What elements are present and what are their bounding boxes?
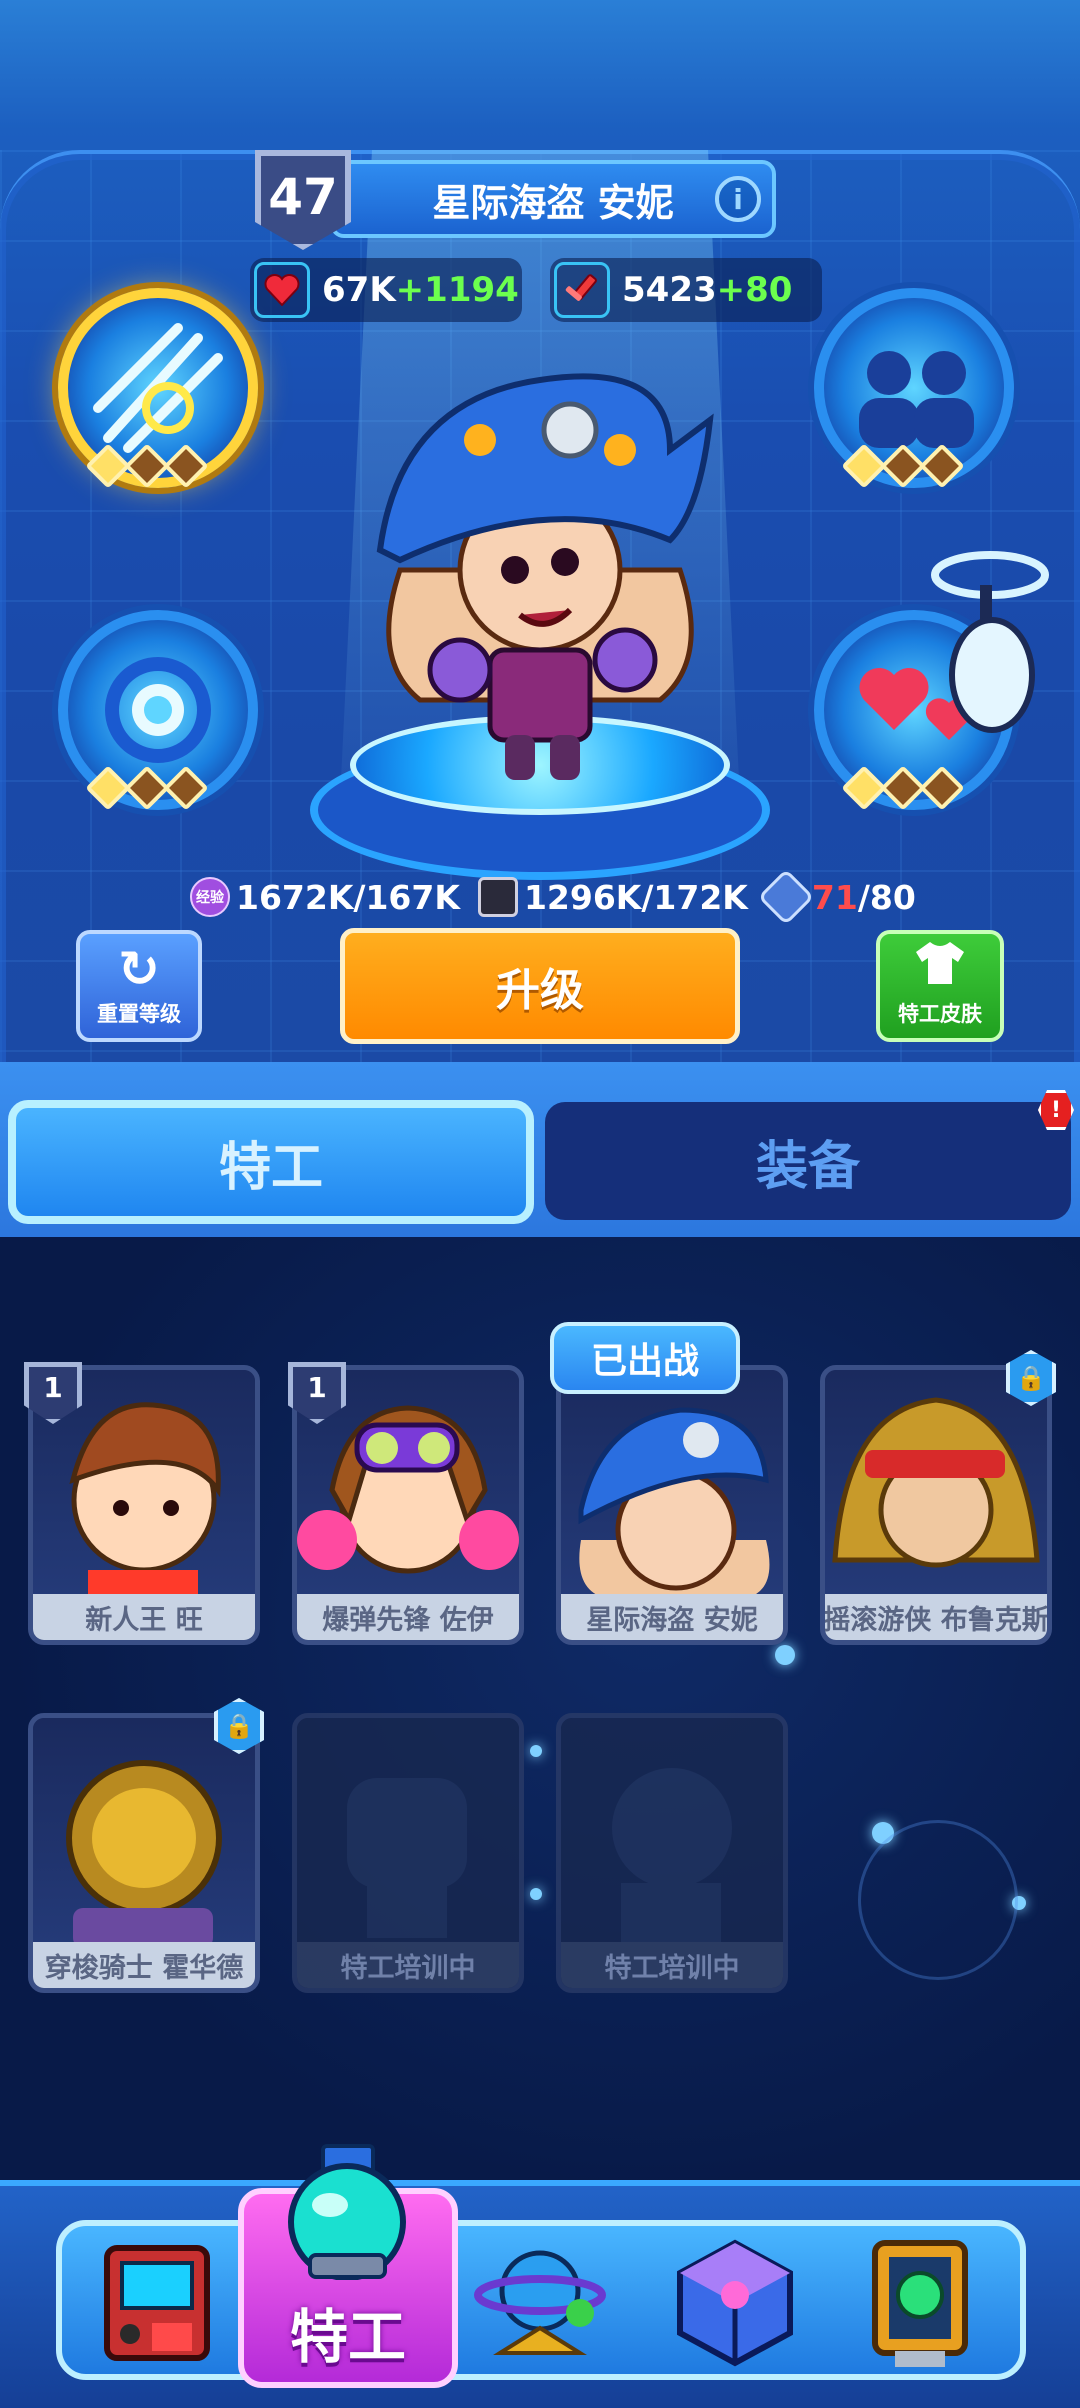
hp-value: 67K — [322, 270, 396, 310]
exp-resource: 经验 1672K/167K — [190, 877, 460, 917]
agent-portrait-brooks — [825, 1370, 1047, 1598]
star-diamond — [919, 765, 965, 811]
nav-cube-icon[interactable] — [660, 2228, 810, 2378]
tape-value: 1296K/172K — [523, 877, 748, 917]
nav-gem-frame-icon[interactable] — [845, 2228, 995, 2378]
nav-arcade-icon[interactable] — [82, 2228, 232, 2378]
sparkle — [775, 1645, 795, 1665]
attack-bonus: +80 — [716, 270, 793, 310]
reset-level-label: 重置等级 — [97, 1002, 181, 1026]
star-diamond — [85, 443, 131, 489]
deployed-tag: 已出战 — [550, 1322, 740, 1394]
tape-resource: 1296K/172K — [477, 877, 748, 917]
agent-card-annie[interactable]: 星际海盗 安妮 — [556, 1365, 788, 1645]
chip-icon — [757, 868, 815, 926]
agent-silhouette — [297, 1718, 519, 1946]
tab-agent-label: 特工 — [218, 1137, 323, 1198]
skill-4-stars — [841, 765, 965, 811]
tab-equipment-label: 装备 — [755, 1136, 860, 1197]
agent-portrait-annie — [561, 1370, 783, 1600]
agent-card-label: 星际海盗 安妮 — [561, 1594, 783, 1640]
tab-equipment[interactable]: 装备 — [545, 1102, 1071, 1220]
sparkle — [530, 1745, 542, 1757]
alert-mark: ! — [1050, 1097, 1062, 1123]
agent-card-brooks[interactable]: 摇滚游侠 布鲁克斯 — [820, 1365, 1052, 1645]
star-diamond — [124, 443, 170, 489]
exp-icon: 经验 — [190, 877, 230, 917]
agent-card-label: 特工培训中 — [561, 1942, 783, 1988]
exp-value: 1672K/167K — [236, 877, 460, 917]
agent-name: 星际海盗 安妮 — [432, 180, 674, 225]
info-icon[interactable]: i — [715, 176, 761, 222]
hp-bonus: +1194 — [395, 270, 519, 310]
sparkle — [530, 1888, 542, 1900]
attack-stat: 5423 +80 — [550, 258, 822, 322]
agent-card-label: 摇滚游侠 布鲁克斯 — [825, 1594, 1047, 1640]
exp-icon-label: 经验 — [196, 890, 224, 906]
shirt-icon — [912, 938, 968, 998]
skill-1-stars — [85, 443, 209, 489]
hp-stat: 67K +1194 — [250, 258, 522, 322]
cassette-icon — [477, 877, 518, 917]
sword-icon — [554, 262, 610, 318]
chip-current: 71 — [811, 877, 858, 917]
upgrade-button[interactable]: 升级 — [340, 928, 740, 1044]
star-diamond — [163, 765, 209, 811]
agent-card-training-2[interactable]: 特工培训中 — [556, 1713, 788, 1993]
agent-card-label: 穿梭骑士 霍华德 — [33, 1942, 255, 1988]
drone-pet-icon — [931, 551, 1049, 733]
decor-ring — [858, 1820, 1018, 1980]
agent-skin-button[interactable]: 特工皮肤 — [876, 930, 1004, 1042]
star-diamond — [124, 765, 170, 811]
agent-name-bar: 星际海盗 安妮 — [330, 160, 776, 238]
agent-card-label: 新人王 旺 — [33, 1594, 255, 1640]
agent-level: 1 — [307, 1371, 327, 1404]
refresh-icon: ↻ — [118, 940, 160, 998]
chip-resource: 71/80 — [757, 868, 916, 926]
agent-silhouette — [561, 1718, 783, 1946]
heart-icon — [254, 262, 310, 318]
skill-3-stars — [85, 765, 209, 811]
nav-planet-icon[interactable] — [465, 2228, 615, 2378]
agent-card-label: 爆弹先锋 佐伊 — [297, 1594, 519, 1640]
agent-portrait[interactable] — [340, 340, 740, 790]
resource-row: 经验 1672K/167K 1296K/172K 71/80 — [190, 868, 916, 926]
star-diamond — [841, 443, 887, 489]
attack-value: 5423 — [622, 270, 717, 310]
star-diamond — [880, 765, 926, 811]
star-diamond — [85, 765, 131, 811]
agent-skin-label: 特工皮肤 — [898, 1002, 982, 1026]
star-diamond — [163, 443, 209, 489]
agent-portrait-howard — [33, 1718, 255, 1948]
agent-card-howard[interactable]: 穿梭骑士 霍华德 — [28, 1713, 260, 1993]
agent-level: 47 — [268, 168, 338, 226]
chip-max: /80 — [857, 877, 916, 917]
tab-agent[interactable]: 特工 — [8, 1100, 534, 1224]
reset-level-button[interactable]: ↻ 重置等级 — [76, 930, 202, 1042]
helmet-icon — [288, 2144, 406, 2280]
agent-card-label: 特工培训中 — [297, 1942, 519, 1988]
agent-level: 1 — [43, 1371, 63, 1404]
star-diamond — [841, 765, 887, 811]
upgrade-label: 升级 — [496, 965, 584, 1016]
skill-2-stars — [841, 443, 965, 489]
nav-agent-label: 特工 — [289, 2303, 406, 2371]
star-diamond — [880, 443, 926, 489]
agent-card-training-1[interactable]: 特工培训中 — [292, 1713, 524, 1993]
deployed-tag-label: 已出战 — [590, 1341, 699, 1382]
star-diamond — [919, 443, 965, 489]
